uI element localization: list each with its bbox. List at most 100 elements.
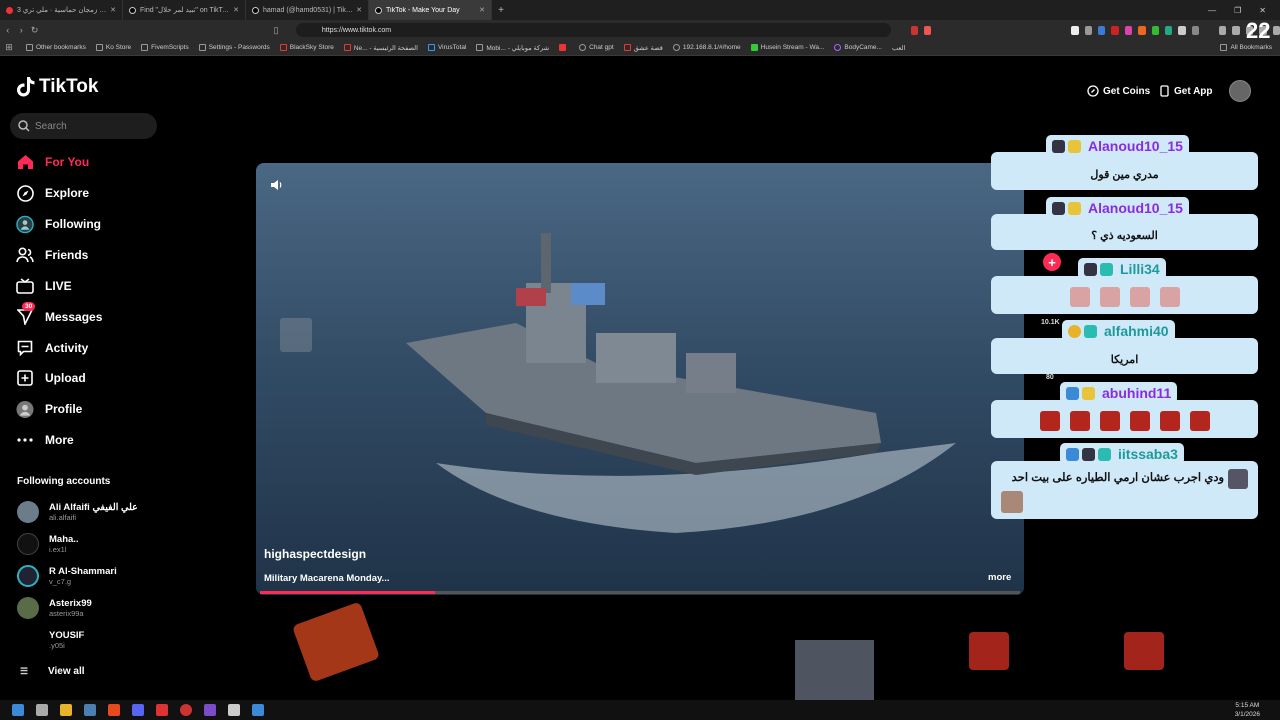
video-player[interactable] <box>256 163 1024 595</box>
settings-icon[interactable] <box>228 704 240 716</box>
extension-icon[interactable] <box>1098 25 1106 35</box>
extension-icon[interactable] <box>1084 25 1093 35</box>
nav-for-you[interactable]: For You <box>16 151 216 173</box>
folder-icon <box>141 44 149 51</box>
taskbar-clock[interactable]: 5:15 AM 3/1/2026 <box>1235 701 1260 719</box>
extension-icon[interactable] <box>1124 25 1133 35</box>
profile-avatar[interactable] <box>1229 80 1251 102</box>
steam-icon[interactable] <box>84 704 96 716</box>
address-bar-row: ‹ › ↻ ▯ https://www.tiktok.com <box>0 20 1280 40</box>
bookmark-item[interactable]: Chat gpt <box>579 44 614 51</box>
search-icon[interactable] <box>36 704 48 716</box>
browser-tab[interactable]: طوق زمجان حماسية · ملي تري 3 ...✕ <box>0 0 123 20</box>
bookmark-item[interactable]: VirusTotal <box>427 44 466 51</box>
rage-emote-icon <box>1099 411 1120 431</box>
upload-icon <box>16 369 34 387</box>
close-tab-icon[interactable]: ✕ <box>479 6 485 14</box>
nav-upload[interactable]: Upload <box>16 367 216 389</box>
extension-icon[interactable] <box>1164 25 1173 35</box>
live-icon <box>16 277 34 295</box>
windows-start-icon[interactable] <box>12 704 24 716</box>
extension-icon[interactable] <box>923 25 932 35</box>
app-icon[interactable] <box>156 704 168 716</box>
discord-icon[interactable] <box>132 704 144 716</box>
search-input[interactable]: Search <box>10 113 157 139</box>
app-icon[interactable] <box>180 704 192 716</box>
minimize-icon[interactable]: — <box>1208 6 1216 15</box>
all-bookmarks[interactable]: All Bookmarks <box>1220 44 1272 51</box>
close-tab-icon[interactable]: ✕ <box>356 6 362 14</box>
bookmark-item[interactable]: Ko Store <box>95 44 131 51</box>
bookmark-item[interactable]: FivemScripts <box>141 44 189 51</box>
forward-icon[interactable]: › <box>15 25 26 35</box>
close-tab-icon[interactable]: ✕ <box>110 6 116 14</box>
nav-more[interactable]: More <box>16 429 216 451</box>
bookmark-item[interactable]: قصة عشق <box>623 44 663 52</box>
bookmark-icon <box>279 44 287 51</box>
following-account[interactable]: Ali Alfaifi علي الفيفي ali.alfaifi <box>17 497 217 527</box>
figure-emote-icon <box>1001 491 1023 513</box>
follow-plus-button[interactable]: + <box>1043 253 1061 271</box>
list-icon: ☰ <box>20 666 29 676</box>
view-all-button[interactable]: ☰ View all <box>20 666 85 677</box>
close-window-icon[interactable]: ✕ <box>1259 6 1266 15</box>
avatar <box>17 533 39 555</box>
maximize-icon[interactable]: ❐ <box>1234 6 1241 15</box>
music-icon[interactable] <box>1219 25 1227 35</box>
chat-username: abuhind11 <box>1060 382 1178 404</box>
extension-icon[interactable] <box>1191 25 1200 35</box>
reload-icon[interactable]: ↻ <box>29 25 40 36</box>
browser-tab[interactable]: hamad (@hamd0531) | TikTok | حمد✕ <box>246 0 369 20</box>
nav-explore[interactable]: Explore <box>16 182 216 204</box>
following-account[interactable]: Asterix99 asterix99a <box>17 593 217 623</box>
more-caption-button[interactable]: more <box>988 572 1011 583</box>
nav-messages[interactable]: 30 Messages <box>16 302 216 328</box>
extension-icon[interactable] <box>1138 25 1146 35</box>
bookmark-item[interactable]: Mobi... - شركة موبايلي <box>476 44 549 52</box>
get-coins-button[interactable]: Get Coins <box>1087 81 1150 101</box>
back-icon[interactable]: ‹ <box>2 25 13 35</box>
video-creator[interactable]: highaspectdesign <box>264 547 366 561</box>
brave-icon[interactable] <box>108 704 120 716</box>
browser-tab[interactable]: Find "تبيد لمر حلال" on TikTok | TikTo..… <box>123 0 246 20</box>
extension-icon[interactable] <box>1071 25 1079 35</box>
extension-icon[interactable] <box>1111 25 1119 35</box>
nav-live[interactable]: LIVE <box>16 275 216 297</box>
nav-activity[interactable]: Activity <box>16 337 216 359</box>
following-account[interactable]: YOUSIF .y05i <box>17 625 217 655</box>
bookmark-item[interactable]: BlackSky Store <box>279 44 334 51</box>
bookmark-item[interactable]: Other bookmarks <box>26 44 86 51</box>
bookmark-tab-icon[interactable]: ▯ <box>270 25 281 36</box>
nav-following[interactable]: Following <box>16 213 216 235</box>
bookmark-item[interactable] <box>559 44 569 51</box>
extension-icon[interactable] <box>1151 25 1159 35</box>
bookmark-item[interactable]: العب <box>892 44 905 52</box>
brave-shield-icon[interactable] <box>910 25 918 35</box>
menu-icon[interactable] <box>1272 25 1280 35</box>
bookmark-item[interactable]: Ne... - الصفحة الرئيسية <box>343 44 418 52</box>
sidebar-icon[interactable] <box>1232 25 1240 35</box>
puzzle-icon[interactable] <box>1178 25 1186 35</box>
apps-icon[interactable]: ⊞ <box>2 42 16 53</box>
new-tab-button[interactable]: + <box>492 5 510 16</box>
browser-tab-active[interactable]: TikTok - Make Your Day ✕ <box>369 0 492 20</box>
bookmark-item[interactable]: Husein Stream - Wa... <box>750 44 824 51</box>
rage-emote-icon <box>1159 411 1180 431</box>
get-app-button[interactable]: Get App <box>1160 81 1213 101</box>
following-account[interactable]: Maha.. i.ex1l <box>17 529 217 559</box>
nav-friends[interactable]: Friends <box>16 244 216 266</box>
app-icon[interactable] <box>252 704 264 716</box>
close-tab-icon[interactable]: ✕ <box>233 6 239 14</box>
volume-icon[interactable] <box>270 178 284 192</box>
windows-taskbar <box>0 700 1280 720</box>
bookmark-item[interactable]: 192.168.8.1/#/home <box>672 44 741 51</box>
tiktok-logo[interactable]: TikTok <box>16 76 98 98</box>
video-progress-bar[interactable] <box>260 591 1020 594</box>
nav-profile[interactable]: Profile <box>16 398 216 420</box>
following-account[interactable]: R Al-Shammari v_c7.g <box>17 561 217 591</box>
file-explorer-icon[interactable] <box>60 704 72 716</box>
url-field[interactable]: https://www.tiktok.com <box>295 23 891 37</box>
app-icon[interactable] <box>204 704 216 716</box>
bookmark-item[interactable]: Settings - Passwords <box>198 44 270 51</box>
bookmark-item[interactable]: BodyCame... <box>834 44 882 51</box>
